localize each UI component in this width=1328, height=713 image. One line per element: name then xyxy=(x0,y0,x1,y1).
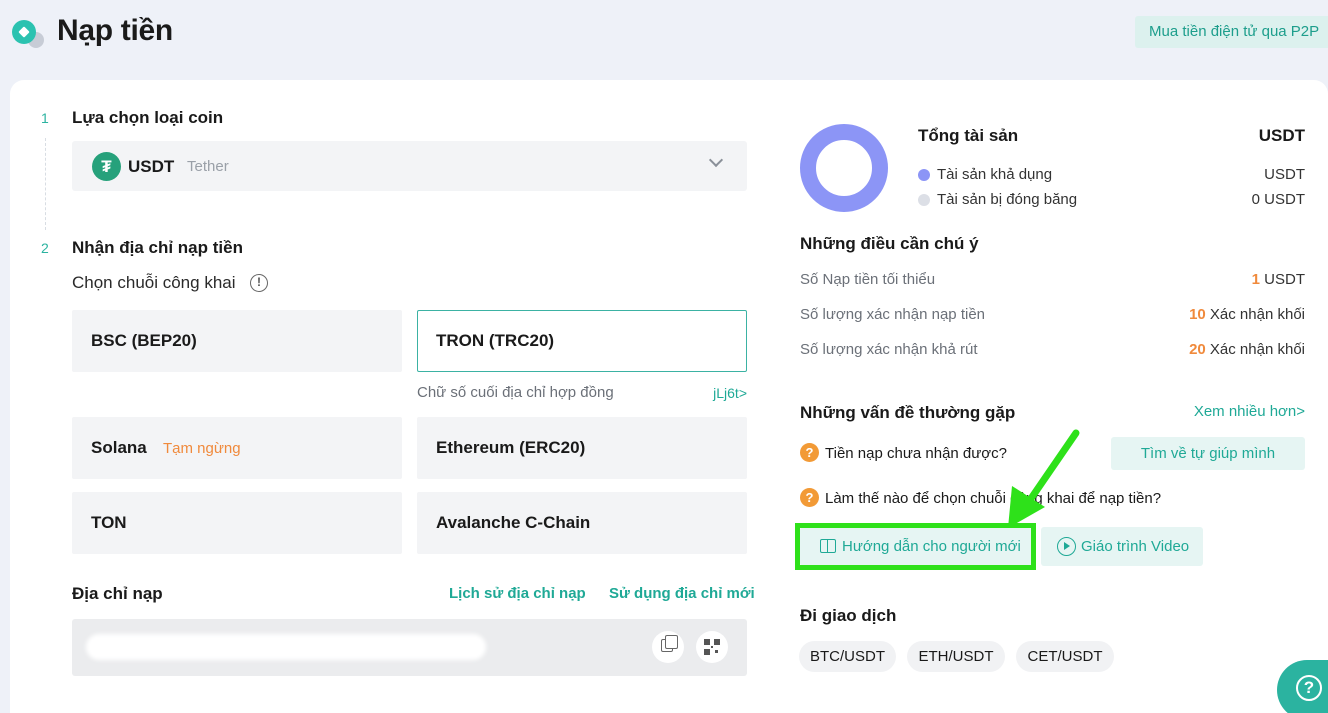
min-deposit-unit: USDT xyxy=(1264,271,1305,288)
faq-item-deposit-not-received[interactable]: Tiền nạp chưa nhận được? xyxy=(825,445,1007,462)
available-legend-dot xyxy=(918,169,930,181)
min-deposit-value: 1 USDT xyxy=(1252,271,1305,288)
chain-option-label: Ethereum (ERC20) xyxy=(436,438,586,457)
withdraw-confirmations-label: Số lượng xác nhận khả rút xyxy=(800,341,978,358)
beginner-guide-button[interactable]: Hướng dẫn cho người mới xyxy=(800,527,1032,566)
support-chat-button[interactable]: ? xyxy=(1277,660,1328,713)
trade-title: Đi giao dịch xyxy=(800,606,897,625)
chain-option-label: BSC (BEP20) xyxy=(91,331,197,350)
deposit-confirmations-label: Số lượng xác nhận nạp tiền xyxy=(800,306,986,323)
deposit-confirmations-number: 10 xyxy=(1189,306,1206,323)
faq-item-choose-chain[interactable]: Làm thế nào để chọn chuỗi công khai để n… xyxy=(825,490,1161,507)
tether-icon: ₮ xyxy=(92,152,121,181)
qr-code-icon xyxy=(704,639,720,655)
chain-option-label: TRON (TRC20) xyxy=(436,331,555,350)
trade-pair-eth-usdt[interactable]: ETH/USDT xyxy=(907,641,1005,672)
trade-pair-cet-usdt[interactable]: CET/USDT xyxy=(1016,641,1114,672)
min-deposit-label: Số Nạp tiền tối thiểu xyxy=(800,271,936,288)
chain-select-label: Chọn chuỗi công khai xyxy=(72,273,236,292)
coin-name: Tether xyxy=(187,158,229,175)
self-help-button[interactable]: Tìm về tự giúp mình xyxy=(1111,437,1305,470)
faq-title: Những vấn đề thường gặp xyxy=(800,403,1016,422)
chain-option-bsc[interactable]: BSC (BEP20) xyxy=(72,310,402,372)
play-icon xyxy=(1057,537,1076,556)
step-label-select-coin: Lựa chọn loại coin xyxy=(72,108,224,127)
deposit-confirmations-unit: Xác nhận khối xyxy=(1209,306,1305,323)
address-history-link[interactable]: Lịch sử địa chỉ nạp xyxy=(449,585,586,602)
chevron-down-icon xyxy=(708,152,724,168)
help-icon: ? xyxy=(1296,675,1322,701)
video-tutorial-button[interactable]: Giáo trình Video xyxy=(1041,527,1203,566)
chain-option-label: TON xyxy=(91,513,127,532)
coinex-logo-icon xyxy=(12,20,46,48)
faq-more-link[interactable]: Xem nhiều hơn> xyxy=(1194,403,1305,420)
book-icon xyxy=(820,539,836,553)
contract-suffix-label: Chữ số cuối địa chỉ hợp đồng xyxy=(417,384,614,401)
chain-option-solana[interactable]: Solana Tạm ngừng xyxy=(72,417,402,479)
qr-code-button[interactable] xyxy=(696,631,728,663)
coin-symbol: USDT xyxy=(128,157,175,176)
question-icon: ? xyxy=(800,443,819,462)
withdraw-confirmations-unit: Xác nhận khối xyxy=(1209,341,1305,358)
chain-option-label: Avalanche C-Chain xyxy=(436,513,591,532)
step-divider xyxy=(45,138,46,230)
min-deposit-number: 1 xyxy=(1251,271,1260,288)
coin-select-dropdown[interactable]: ₮ USDT Tether xyxy=(72,141,747,191)
chain-option-label: Solana xyxy=(91,438,147,457)
frozen-assets-label: Tài sản bị đóng băng xyxy=(937,191,1078,208)
chain-option-tron[interactable]: TRON (TRC20) xyxy=(417,310,747,372)
deposit-address-label: Địa chỉ nạp xyxy=(72,584,163,603)
chain-option-ton[interactable]: TON xyxy=(72,492,402,554)
page-title: Nạp tiền xyxy=(57,14,173,47)
step-number-2: 2 xyxy=(41,240,49,256)
chain-option-avalanche[interactable]: Avalanche C-Chain xyxy=(417,492,747,554)
page-header: Nạp tiền Mua tiền điện tử qua P2P xyxy=(0,0,1328,70)
step-label-get-address: Nhận địa chỉ nạp tiền xyxy=(72,238,243,257)
info-icon[interactable]: ! xyxy=(250,274,268,292)
address-redacted xyxy=(86,634,486,660)
deposit-confirmations-value: 10 Xác nhận khối xyxy=(1189,306,1305,323)
new-address-link[interactable]: Sử dụng địa chỉ mới xyxy=(609,585,755,602)
beginner-guide-label: Hướng dẫn cho người mới xyxy=(842,538,1021,555)
withdraw-confirmations-value: 20 Xác nhận khối xyxy=(1189,341,1305,358)
video-tutorial-label: Giáo trình Video xyxy=(1081,538,1190,555)
question-icon: ? xyxy=(800,488,819,507)
chain-option-ethereum[interactable]: Ethereum (ERC20) xyxy=(417,417,747,479)
notes-title: Những điều cần chú ý xyxy=(800,234,979,253)
contract-suffix-link[interactable]: jLj6t> xyxy=(713,385,747,401)
available-assets-value: USDT xyxy=(1264,166,1305,183)
frozen-legend-dot xyxy=(918,194,930,206)
withdraw-confirmations-number: 20 xyxy=(1189,341,1206,358)
copy-button[interactable] xyxy=(652,631,684,663)
step-number-1: 1 xyxy=(41,110,49,126)
trade-pair-btc-usdt[interactable]: BTC/USDT xyxy=(799,641,896,672)
p2p-buy-button[interactable]: Mua tiền điện tử qua P2P xyxy=(1135,16,1328,48)
total-assets-currency: USDT xyxy=(1258,126,1305,145)
frozen-assets-value: 0 USDT xyxy=(1251,191,1305,208)
assets-donut-chart xyxy=(800,124,888,212)
deposit-address-field[interactable] xyxy=(72,619,747,676)
suspended-badge: Tạm ngừng xyxy=(163,440,241,457)
copy-icon xyxy=(661,635,678,652)
total-assets-title: Tổng tài sản xyxy=(918,126,1019,145)
available-assets-label: Tài sản khả dụng xyxy=(937,166,1053,183)
